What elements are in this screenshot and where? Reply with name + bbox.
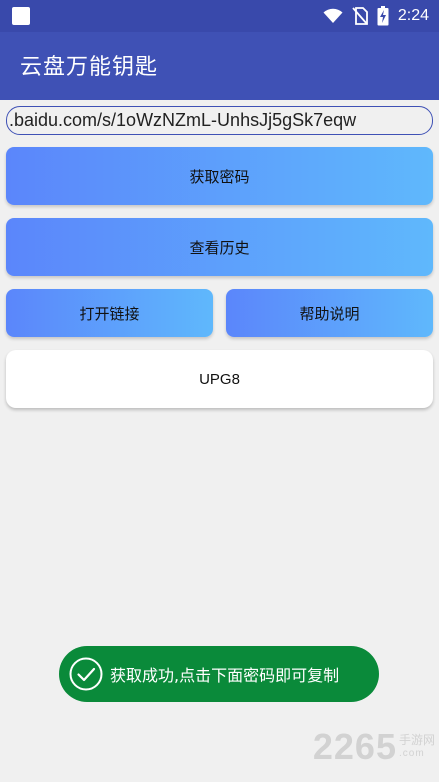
battery-charging-icon xyxy=(377,6,389,26)
open-link-button[interactable]: 打开链接 xyxy=(6,289,213,337)
check-circle-icon xyxy=(69,657,103,691)
status-icons: 2:24 xyxy=(323,5,429,27)
watermark-cn: 手游网 xyxy=(398,733,435,747)
no-sim-icon xyxy=(352,7,368,25)
watermark-number: 2265 xyxy=(312,726,397,767)
app-title: 云盘万能钥匙 xyxy=(20,55,159,80)
password-result[interactable]: UPG8 xyxy=(6,350,433,408)
status-time: 2:24 xyxy=(397,7,429,24)
app-bar: 云盘万能钥匙 xyxy=(0,32,439,100)
watermark-logo: 2265 手游网 .com xyxy=(313,726,435,768)
watermark-domain: .com xyxy=(398,748,425,759)
get-password-button[interactable]: 获取密码 xyxy=(6,147,433,205)
toast-message: 获取成功,点击下面密码即可复制 xyxy=(59,646,379,702)
notification-icon xyxy=(12,7,30,25)
wifi-icon xyxy=(323,8,343,23)
watermark-side: 手游网 .com xyxy=(399,734,435,760)
toast-text: 获取成功,点击下面密码即可复制 xyxy=(110,666,340,685)
password-text: UPG8 xyxy=(199,370,240,388)
help-button[interactable]: 帮助说明 xyxy=(226,289,433,337)
status-bar: 2:24 xyxy=(0,0,439,32)
url-input[interactable] xyxy=(6,106,433,135)
view-history-button[interactable]: 查看历史 xyxy=(6,218,433,276)
